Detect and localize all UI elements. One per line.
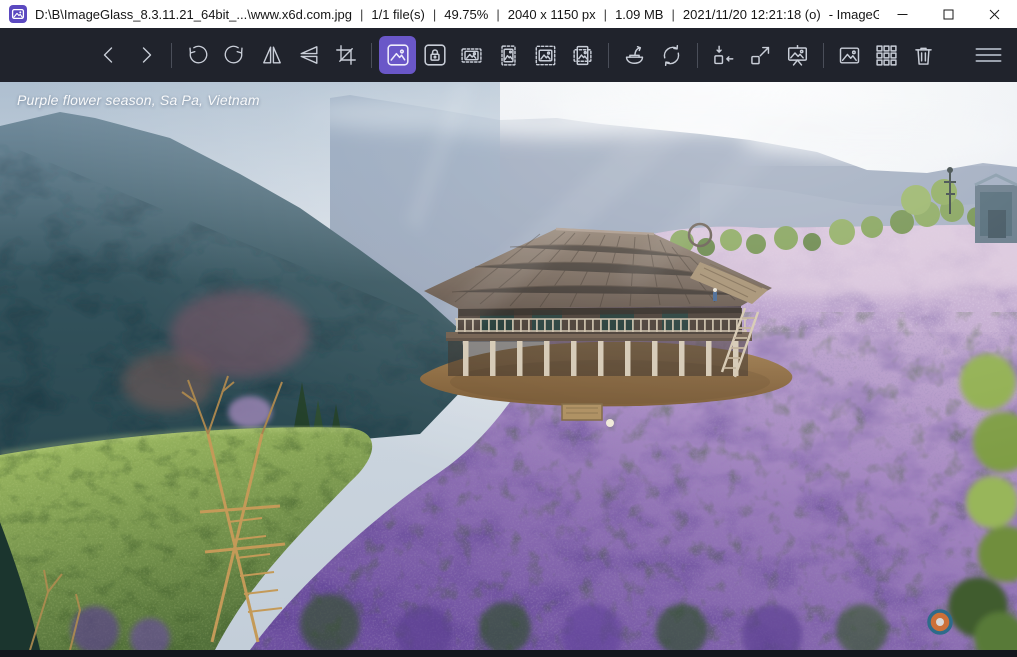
hamburger-menu-icon (975, 44, 1002, 66)
checkerboard-grid-icon (875, 44, 898, 67)
title-file-count: 1/1 file(s) (371, 7, 424, 22)
refresh-icon (660, 44, 683, 67)
image-viewer-area[interactable]: Purple flower season, Sa Pa, Vietnam (0, 82, 1017, 657)
lock-icon (423, 43, 447, 67)
crop-icon (335, 44, 357, 66)
scale-to-fit-icon (534, 44, 557, 67)
trash-icon (912, 44, 935, 67)
window-title: D:\B\ImageGlass_8.3.11.21_64bit_...\www.… (35, 7, 879, 22)
scale-to-fill-button[interactable] (564, 36, 601, 74)
fit-window-to-image-button[interactable] (705, 36, 742, 74)
window-controls (879, 0, 1017, 28)
toolbar-separator (697, 43, 698, 68)
chevron-left-icon (98, 44, 120, 66)
edit-boat-icon (623, 44, 646, 67)
title-bar: D:\B\ImageGlass_8.3.11.21_64bit_...\www.… (0, 0, 1017, 28)
picture-icon (838, 44, 861, 67)
crop-button[interactable] (327, 36, 364, 74)
scale-to-height-icon (497, 44, 520, 67)
title-file-path: D:\B\ImageGlass_8.3.11.21_64bit_...\www.… (35, 7, 352, 22)
slideshow-button[interactable] (779, 36, 816, 74)
toolbar-separator (608, 43, 609, 68)
close-button[interactable] (971, 0, 1017, 28)
flip-horizontal-button[interactable] (253, 36, 290, 74)
main-toolbar (0, 28, 1017, 82)
title-image-dimensions: 2040 x 1150 px (508, 7, 596, 22)
edit-image-button[interactable] (616, 36, 653, 74)
main-menu-button[interactable] (970, 36, 1007, 74)
window-fit-icon (712, 44, 735, 67)
flip-horizontal-icon (261, 44, 283, 66)
chevron-right-icon (135, 44, 157, 66)
title-file-date: 2021/11/20 12:21:18 (o) (683, 7, 821, 22)
scale-to-width-button[interactable] (453, 36, 490, 74)
auto-zoom-icon (386, 43, 410, 67)
title-zoom-level: 49.75% (444, 7, 488, 22)
imageglass-logo-icon (9, 5, 27, 23)
rotate-right-icon (223, 44, 246, 67)
flip-vertical-button[interactable] (290, 36, 327, 74)
toolbar-separator (171, 43, 172, 68)
previous-image-button[interactable] (90, 36, 127, 74)
full-screen-button[interactable] (742, 36, 779, 74)
rotate-left-icon (186, 44, 209, 67)
flip-vertical-icon (298, 44, 320, 66)
slideshow-screen-icon (786, 44, 809, 67)
scale-to-height-button[interactable] (490, 36, 527, 74)
photo-caption: Purple flower season, Sa Pa, Vietnam (17, 92, 260, 108)
scale-to-fill-icon (571, 44, 594, 67)
toolbar-separator (371, 43, 372, 68)
maximize-icon (943, 9, 954, 20)
checkerboard-background-button[interactable] (868, 36, 905, 74)
minimize-icon (897, 9, 908, 20)
delete-image-button[interactable] (905, 36, 942, 74)
rotate-left-button[interactable] (179, 36, 216, 74)
toolbar-separator (823, 43, 824, 68)
thumbnail-bar-button[interactable] (831, 36, 868, 74)
photo-canvas[interactable] (0, 82, 1017, 650)
fullscreen-expand-icon (749, 44, 772, 67)
minimize-button[interactable] (879, 0, 925, 28)
imageglass-window: D:\B\ImageGlass_8.3.11.21_64bit_...\www.… (0, 0, 1017, 657)
title-app-name: - ImageG... (829, 7, 879, 22)
maximize-button[interactable] (925, 0, 971, 28)
scale-to-fit-button[interactable] (527, 36, 564, 74)
auto-zoom-button[interactable] (379, 36, 416, 74)
title-file-size: 1.09 MB (615, 7, 663, 22)
refresh-button[interactable] (653, 36, 690, 74)
close-icon (989, 9, 1000, 20)
next-image-button[interactable] (127, 36, 164, 74)
scale-to-width-icon (460, 44, 483, 67)
lock-zoom-ratio-button[interactable] (416, 36, 453, 74)
rotate-right-button[interactable] (216, 36, 253, 74)
